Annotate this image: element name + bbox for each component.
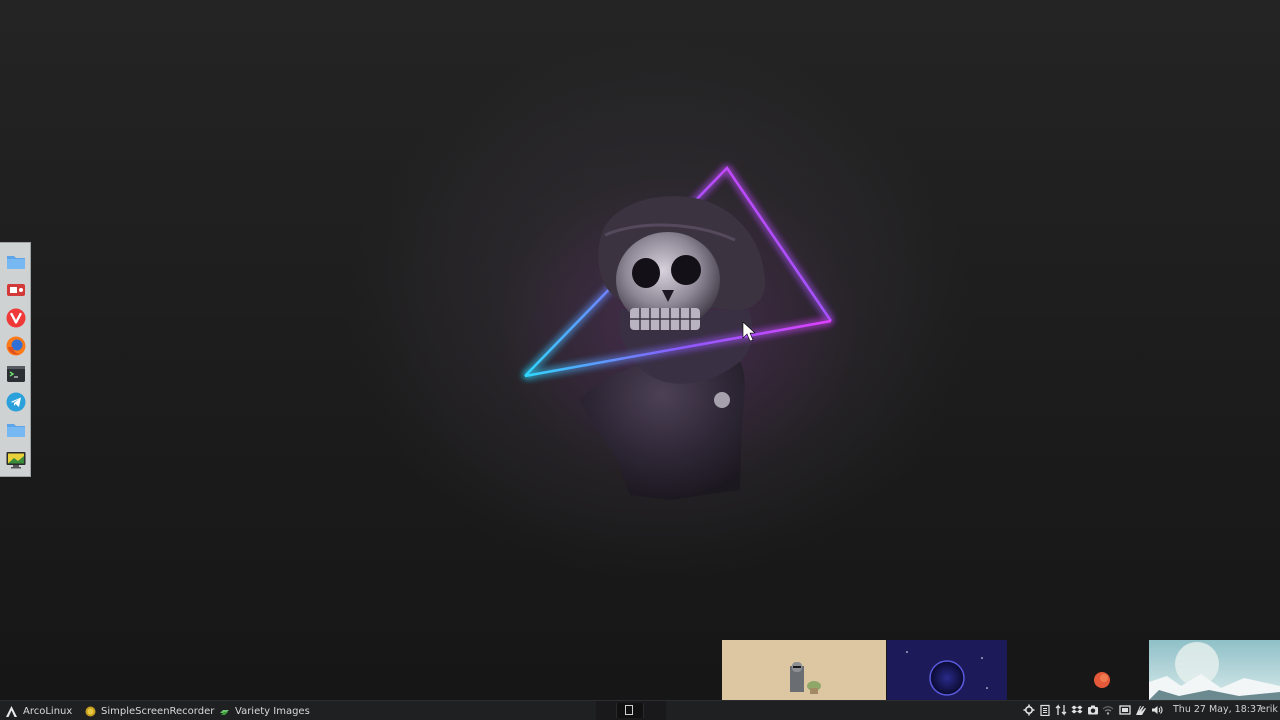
taskbar-window-label: SimpleScreenRecorder [101, 705, 215, 717]
wifi-icon[interactable] [1102, 704, 1114, 716]
arcolinux-logo-icon [6, 705, 17, 717]
screen-recorder-icon [85, 706, 96, 716]
camera-icon[interactable] [1087, 704, 1099, 716]
window-icon[interactable] [1119, 704, 1131, 716]
taskbar-window-variety-images[interactable]: Variety Images [219, 702, 310, 720]
desktop [0, 0, 1280, 700]
wallpaper-skull-bust [524, 166, 833, 500]
firefox-icon[interactable] [5, 335, 27, 357]
thumbnail-red-moon[interactable] [1008, 640, 1148, 700]
variety-icon [220, 709, 229, 715]
terminal-icon[interactable] [5, 363, 27, 385]
workspace-pager[interactable] [596, 701, 666, 720]
username[interactable]: erik [1260, 704, 1278, 715]
folder-icon[interactable] [5, 251, 27, 273]
volume-icon[interactable] [1151, 704, 1163, 716]
taskbar-window-simplescreenrecorder[interactable]: SimpleScreenRecorder [85, 702, 214, 720]
dropbox-icon[interactable] [1071, 704, 1083, 716]
vivaldi-icon[interactable] [5, 307, 27, 329]
application-dock [0, 242, 31, 477]
window-thumbnail [625, 705, 633, 715]
screen-recorder-icon[interactable] [5, 279, 27, 301]
variety-thumbnail-strip [722, 640, 1280, 700]
clipboard-icon[interactable] [1039, 704, 1051, 716]
folder-icon[interactable] [5, 419, 27, 441]
workspace-1[interactable] [616, 703, 644, 718]
thumbnail-mandalorian[interactable] [722, 640, 886, 700]
start-menu-button[interactable]: ArcoLinux [5, 702, 72, 720]
clock[interactable]: Thu 27 May, 18:37 [1173, 704, 1262, 715]
thumbnail-purple-planet[interactable] [887, 640, 1007, 700]
thumbnail-ice-planet[interactable] [1149, 640, 1280, 700]
hand-icon[interactable] [1135, 704, 1147, 716]
start-menu-label: ArcoLinux [23, 705, 73, 717]
settings-icon[interactable] [1023, 704, 1035, 716]
monitor-icon[interactable] [5, 449, 27, 471]
taskbar: ArcoLinux SimpleScreenRecorder Variety I… [0, 700, 1280, 720]
network-transfer-icon[interactable] [1055, 704, 1067, 716]
telegram-icon[interactable] [5, 391, 27, 413]
taskbar-window-label: Variety Images [235, 705, 310, 717]
